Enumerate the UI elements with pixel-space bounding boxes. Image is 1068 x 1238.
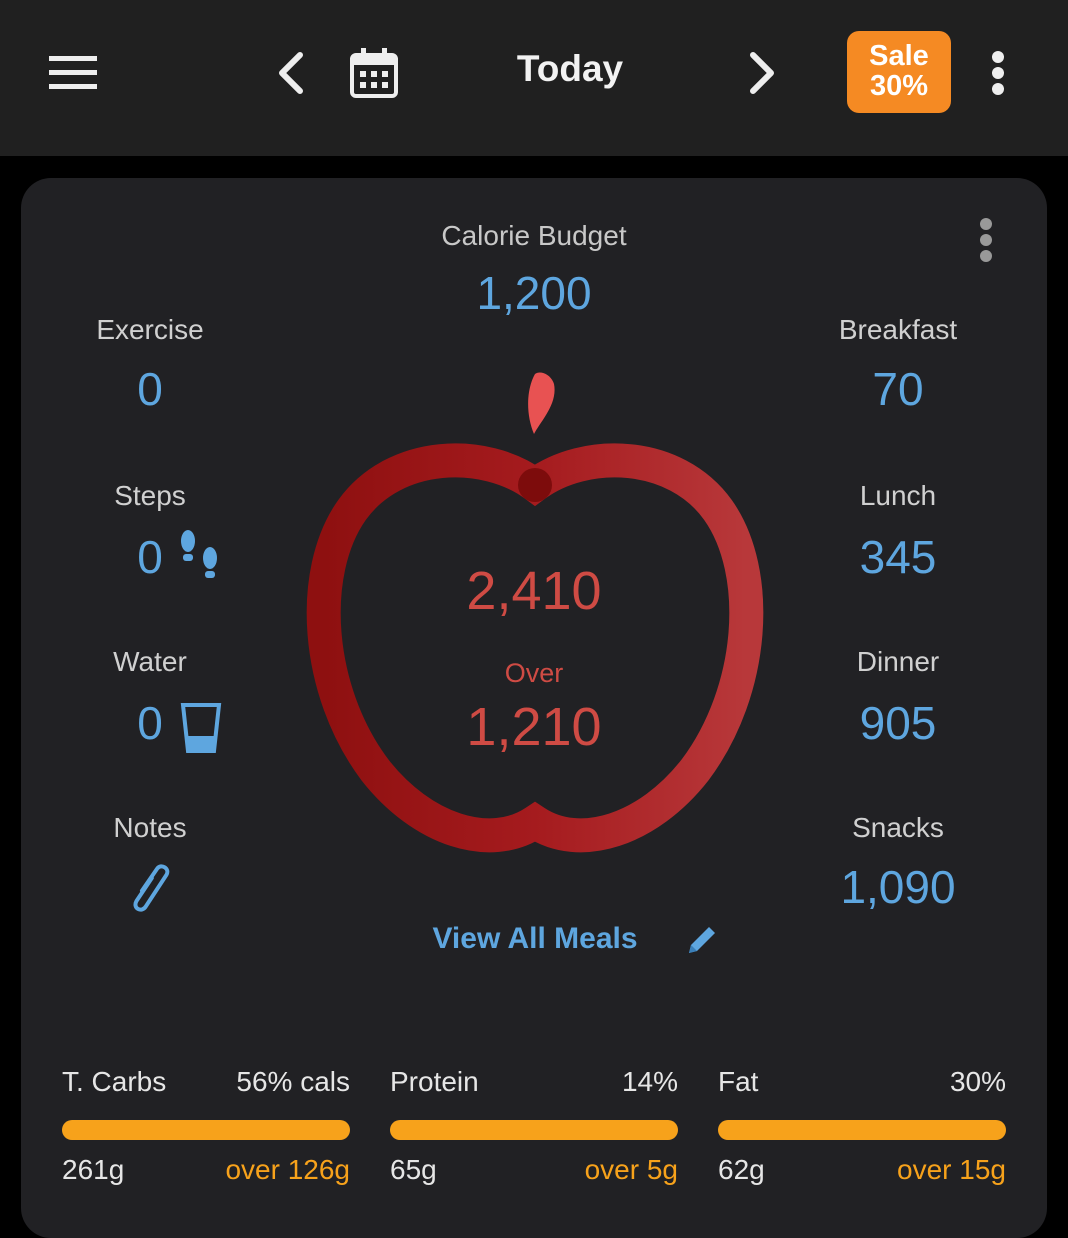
snacks-label: Snacks (852, 812, 944, 843)
dinner-value[interactable]: 905 (788, 696, 1008, 750)
macro-percent: 30% (949, 1066, 1006, 1097)
calorie-budget-label: Calorie Budget (441, 220, 627, 251)
notes-label: Notes (113, 812, 187, 843)
water-label: Water (113, 646, 187, 677)
card-overflow-menu-icon[interactable] (968, 210, 1004, 270)
macro-name: T. Carbs (62, 1066, 167, 1097)
sale-percent: 30% (869, 70, 929, 102)
exercise-value[interactable]: 0 (40, 362, 260, 416)
water-value[interactable]: 0 (40, 696, 260, 750)
next-day-chevron-icon[interactable] (732, 40, 792, 106)
steps-value[interactable]: 0 (40, 530, 260, 584)
calorie-budget-value[interactable]: 1,200 (384, 266, 684, 320)
page-title: Today (516, 48, 624, 89)
footprints-icon (181, 530, 217, 578)
calories-over-value: 1,210 (466, 697, 602, 757)
view-all-meals-link[interactable]: View All Meals (418, 922, 652, 956)
lunch-label: Lunch (859, 480, 937, 511)
macro-name: Protein (390, 1066, 479, 1097)
water-glass-icon[interactable] (180, 702, 222, 754)
lunch-value[interactable]: 345 (788, 530, 1008, 584)
steps-label: Steps (114, 480, 186, 511)
macro-grams: 62g (718, 1154, 765, 1185)
macro-percent: 56% cals (236, 1066, 350, 1097)
previous-day-chevron-icon[interactable] (262, 40, 320, 106)
calories-consumed-value: 2,410 (466, 561, 602, 621)
menu-icon[interactable] (40, 40, 106, 106)
macro-grams: 261g (62, 1154, 125, 1185)
macro-over: over 5g (584, 1154, 678, 1185)
exercise-label: Exercise (96, 314, 204, 345)
breakfast-label: Breakfast (838, 314, 958, 345)
breakfast-value[interactable]: 70 (788, 362, 1008, 416)
sale-label: Sale (869, 40, 929, 72)
macro-grams: 65g (390, 1154, 437, 1185)
overflow-menu-icon[interactable] (978, 40, 1018, 106)
calendar-icon[interactable] (340, 40, 408, 106)
macro-progress-bar (62, 1120, 350, 1140)
paperclip-icon[interactable] (132, 862, 170, 920)
macro-over: over 15g (897, 1154, 1006, 1185)
pencil-icon[interactable] (680, 918, 724, 962)
macro-progress-bar (718, 1120, 1006, 1140)
sale-badge-button[interactable]: Sale 30% (847, 31, 951, 113)
snacks-value[interactable]: 1,090 (788, 860, 1008, 914)
macro-name: Fat (718, 1066, 759, 1097)
macro-over: over 126g (225, 1154, 350, 1185)
macro-protein: Protein 14% 65g over 5g (390, 1066, 678, 1186)
top-app-bar: Today Sale 30% (0, 0, 1068, 156)
macro-progress-bar (390, 1120, 678, 1140)
macro-carbs: T. Carbs 56% cals 261g over 126g (62, 1066, 350, 1186)
dinner-label: Dinner (856, 646, 940, 677)
macro-fat: Fat 30% 62g over 15g (718, 1066, 1006, 1186)
macro-percent: 14% (621, 1066, 678, 1097)
over-status-label: Over (504, 658, 564, 688)
